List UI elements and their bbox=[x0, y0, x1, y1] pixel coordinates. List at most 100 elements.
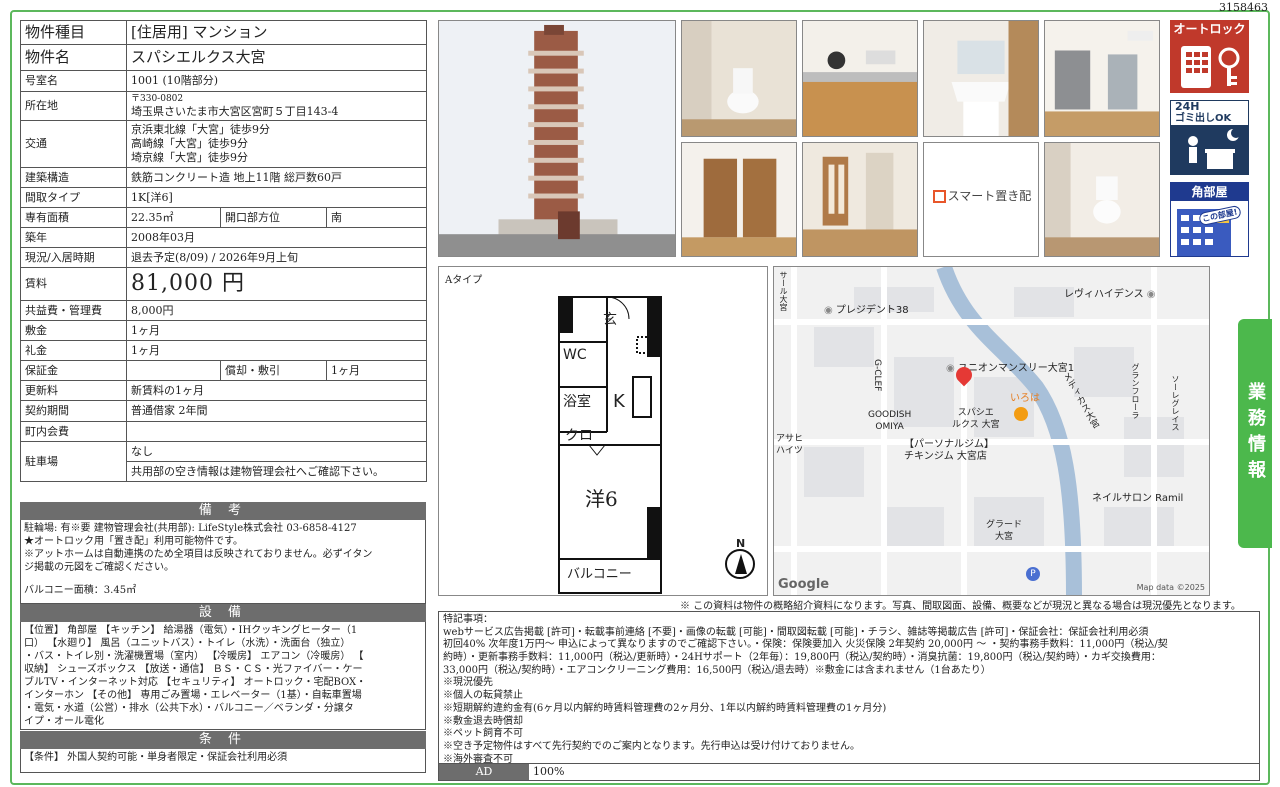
map-label-president: ◉ プレジデント38 bbox=[824, 305, 909, 316]
special-line: 初回40% 次年度1万円～ 申込によって異なりますのでご確認下さい。・保険：保険… bbox=[443, 639, 1168, 651]
setsubi-line: インターホン 【その他】 専用ごみ置場・エレベーター（1基）・自転車置場 bbox=[24, 690, 362, 701]
value-room: 1001 (10階部分) bbox=[125, 70, 428, 92]
label-fee: 共益費・管理費 bbox=[20, 300, 127, 321]
map-roads bbox=[774, 267, 1209, 595]
special-line: ※ペット飼育不可 bbox=[443, 728, 523, 740]
parking-icon: P bbox=[1026, 567, 1040, 581]
north-pointer bbox=[735, 554, 747, 574]
value-rent: 81,000 円 bbox=[125, 267, 428, 301]
biko-line: ★オートロック用「置き配」利用可能物件です。 bbox=[24, 536, 243, 547]
value-key-money: 1ヶ月 bbox=[125, 340, 428, 361]
setsubi-section: 設 備 【位置】 角部屋 【キッチン】 給湯器（電気）・IHクッキングヒーター（… bbox=[20, 604, 426, 730]
value-renewal: 新賃料の1ヶ月 bbox=[125, 380, 428, 401]
smart-delivery-label: スマート置き配 bbox=[924, 187, 1038, 204]
plan-bath: 浴室 bbox=[563, 394, 591, 410]
biko-section: 備 考 駐輪場: 有※要 建物管理会社(共用部): LifeStyle株式会社 … bbox=[20, 502, 426, 604]
label-guarantee: 保証金 bbox=[20, 360, 127, 381]
special-line: 33,000円（税込/契約時）・エアコンクリーニング費用：16,500円（税込/… bbox=[443, 664, 991, 676]
value-amortization: 1ヶ月 bbox=[325, 360, 428, 381]
value-built: 2008年03月 bbox=[125, 227, 428, 248]
setsubi-line: ・バス・トイレ別・洗濯機置場（室内） 【冷暖房】 エアコン（冷暖房） 【 bbox=[24, 651, 364, 662]
label-structure: 建築構造 bbox=[20, 167, 127, 188]
corner-room-badge: 角部屋 この部屋! bbox=[1170, 182, 1249, 257]
setsubi-title: 設 備 bbox=[20, 604, 426, 622]
business-info-tab[interactable]: 業務情報 bbox=[1238, 319, 1272, 548]
label-traffic: 交通 bbox=[20, 120, 127, 168]
map-copyright: Map data ©2025 bbox=[1136, 583, 1205, 592]
washbasin-photo bbox=[923, 20, 1039, 137]
room-photo bbox=[1044, 20, 1160, 137]
label-contract: 契約期間 bbox=[20, 400, 127, 422]
toilet-photo-2 bbox=[1044, 142, 1160, 257]
map-pin-icon[interactable] bbox=[952, 363, 976, 387]
plan-closet: クロ bbox=[565, 428, 593, 444]
label-type: 物件種目 bbox=[20, 20, 127, 45]
garbage-icon bbox=[1171, 125, 1248, 174]
biko-line: 駐輪場: 有※要 建物管理会社(共用部): LifeStyle株式会社 03-6… bbox=[24, 523, 357, 534]
smart-delivery-icon bbox=[932, 190, 946, 203]
setsubi-line: 収納】 シューズボックス 【放送・通信】 ＢＳ・ＣＳ・光ファイバー・ケー bbox=[24, 664, 363, 675]
autolock-title: オートロック bbox=[1171, 21, 1248, 38]
label-address: 所在地 bbox=[20, 91, 127, 121]
ad-label: AD bbox=[439, 764, 529, 780]
special-line: ※海外審査不可 bbox=[443, 753, 513, 764]
special-line: ※短期解約違約金有(6ヶ月以内解約時賃料管理費の2ヶ月分、1年以内解約時賃料管理… bbox=[443, 702, 887, 714]
value-guarantee bbox=[126, 360, 221, 381]
plan-kitchen: K bbox=[613, 391, 625, 412]
autolock-badge: オートロック bbox=[1170, 20, 1249, 93]
kitchen-photo bbox=[802, 20, 918, 137]
special-notes: 特記事項： webサービス広告掲載 [許可]・転載事前連絡 [不要]・画像の転載… bbox=[438, 611, 1260, 764]
document-id: 3158463 bbox=[1219, 1, 1268, 14]
label-layout: 間取タイプ bbox=[20, 187, 127, 208]
label-area: 専有面積 bbox=[20, 207, 127, 228]
map[interactable]: サール大宮 ◉ プレジデント38 レヴィハイデンス ◉ ◉ ユニオンマンスリー大… bbox=[773, 266, 1210, 596]
plan-genkan: 玄 bbox=[603, 312, 617, 328]
door-photo bbox=[681, 142, 797, 257]
label-key-money: 礼金 bbox=[20, 340, 127, 361]
value-deposit: 1ヶ月 bbox=[125, 320, 428, 341]
value-name: スパシエルクス大宮 bbox=[125, 44, 428, 71]
joken-line: 【条件】 外国人契約可能・単身者限定・保証会社利用必須 bbox=[24, 752, 288, 763]
map-label-gclef: G-CLEF bbox=[872, 359, 882, 392]
map-label-grace: ソーレグレイス bbox=[1171, 375, 1180, 431]
setsubi-line: ・電気・水道（公営）・排水（公共下水）・バルコニー／ベランダ・分譲タ bbox=[24, 703, 354, 714]
value-parking: なし bbox=[125, 441, 428, 462]
plan-wc: WC bbox=[563, 347, 587, 363]
label-parking: 駐車場 bbox=[20, 441, 127, 482]
joken-body: 【条件】 外国人契約可能・単身者限定・保証会社利用必須 bbox=[20, 749, 426, 773]
smart-delivery-text: スマート置き配 bbox=[947, 189, 1032, 203]
ad-value: 100% bbox=[533, 765, 565, 778]
keypad-icon bbox=[1171, 38, 1248, 92]
value-traffic: 京浜東北線「大宮」徒歩9分 高崎線「大宮」徒歩9分 埼京線「大宮」徒歩9分 bbox=[125, 120, 428, 168]
special-line: ※空き予定物件はすべて先行契約でのご案内となります。先行申込は受け付けておりませ… bbox=[443, 740, 860, 752]
value-status: 退去予定(8/09) / 2026年9月上旬 bbox=[125, 247, 428, 268]
value-type: [住居用] マンション bbox=[125, 20, 428, 45]
label-room: 号室名 bbox=[20, 70, 127, 92]
label-amortization: 償却・敷引 bbox=[220, 360, 327, 381]
plan-balcony: バルコニー bbox=[567, 567, 632, 582]
label-status: 現況/入居時期 bbox=[20, 247, 127, 268]
setsubi-line: 口） 【水廻り】 風呂（ユニットバス）・トイレ（水洗）・洗面台（独立） bbox=[24, 638, 351, 649]
map-label-sarl: サール大宮 bbox=[779, 271, 788, 311]
joken-title: 条 件 bbox=[20, 731, 426, 749]
special-line: ※個人の転貸禁止 bbox=[443, 690, 523, 702]
map-label-leveil: レヴィハイデンス ◉ bbox=[1064, 289, 1156, 300]
north-arrow-icon: N bbox=[725, 537, 755, 579]
joken-section: 条 件 【条件】 外国人契約可能・単身者限定・保証会社利用必須 bbox=[20, 731, 426, 773]
biko-title: 備 考 bbox=[20, 502, 426, 520]
label-renewal: 更新料 bbox=[20, 380, 127, 401]
biko-line: ※アットホームは自動連携のため全項目は反映されておりません。必ずイタン bbox=[24, 549, 373, 560]
value-contract: 普通借家 2年間 bbox=[125, 400, 428, 422]
map-label-nail: ネイルサロン Ramil bbox=[1092, 493, 1184, 504]
corner-room-title: 角部屋 bbox=[1171, 183, 1248, 201]
disclaimer-note: ※ この資料は物件の概略紹介資料になります。写真、間取図面、設備、概要などが現況… bbox=[680, 601, 1241, 612]
google-logo: Google bbox=[778, 577, 830, 592]
restaurant-icon bbox=[1014, 407, 1028, 421]
building-photo bbox=[438, 20, 676, 257]
value-structure: 鉄筋コンクリート造 地上11階 総戸数60戸 bbox=[125, 167, 428, 188]
label-town-fee: 町内会費 bbox=[20, 421, 127, 442]
map-label-spacie: スパシエ ルクス 大宮 bbox=[952, 408, 1000, 430]
garbage-24h-badge: 24H ゴミ出しOK bbox=[1170, 100, 1249, 175]
label-built: 築年 bbox=[20, 227, 127, 248]
property-table: 物件種目 [住居用] マンション 物件名 スパシエルクス大宮 号室名 1001 (10… bbox=[20, 20, 428, 482]
